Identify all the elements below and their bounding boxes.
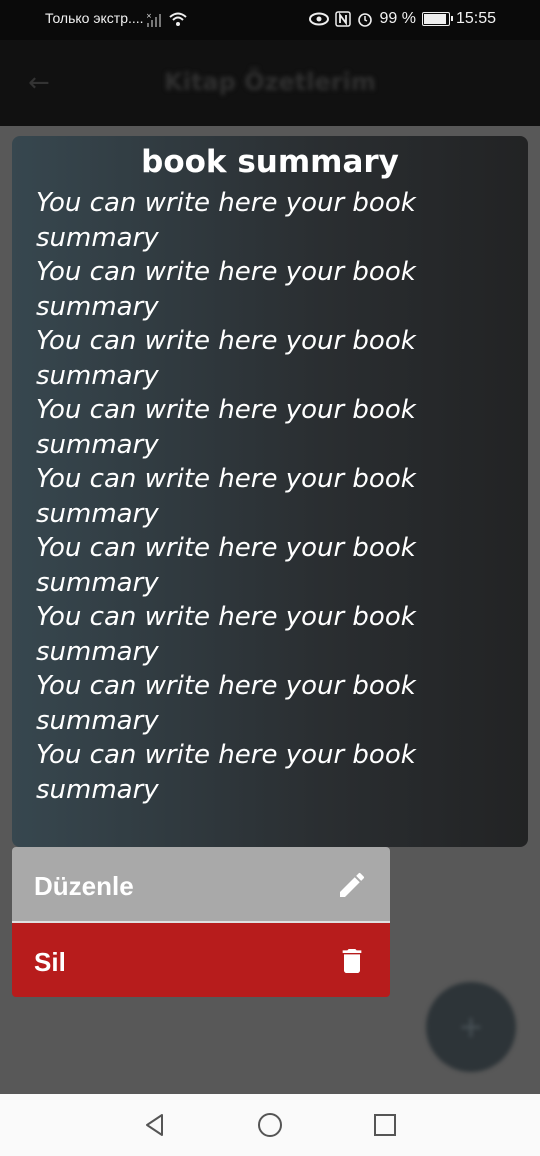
back-triangle-icon[interactable] [142,1112,168,1138]
edit-label: Düzenle [34,871,134,901]
clock: 15:55 [455,10,496,27]
nfc-icon [335,11,352,27]
status-bar: Только экстр.... × 99 % 15:55 [0,0,540,40]
app-bar: ← Kitap Özetlerim [0,40,540,126]
summary-title: book summary [141,144,399,180]
carrier-text: Только экстр.... [45,10,144,26]
app-bar-title: Kitap Özetlerim [164,68,376,96]
wifi-icon [169,12,187,26]
summary-text: You can write here your book summary You… [36,188,416,805]
delete-label: Sil [34,947,66,977]
add-fab-button: + [426,982,516,1072]
signal-icon: × [146,12,161,27]
summary-card: book summary You can write here your boo… [12,136,528,847]
alarm-icon [358,13,373,27]
edit-button[interactable]: Düzenle [12,847,390,923]
recents-square-icon[interactable] [372,1112,398,1138]
eye-icon [309,12,330,26]
battery-percent: 99 % [379,10,416,27]
system-nav-bar [0,1094,540,1156]
action-menu: Düzenle Sil [12,847,390,997]
home-circle-icon[interactable] [257,1112,283,1138]
plus-icon: + [458,1010,484,1045]
svg-text:×: × [146,12,152,20]
pencil-icon [340,872,365,897]
delete-button[interactable]: Sil [12,923,390,997]
battery-icon [421,12,453,26]
trash-icon [342,949,362,973]
